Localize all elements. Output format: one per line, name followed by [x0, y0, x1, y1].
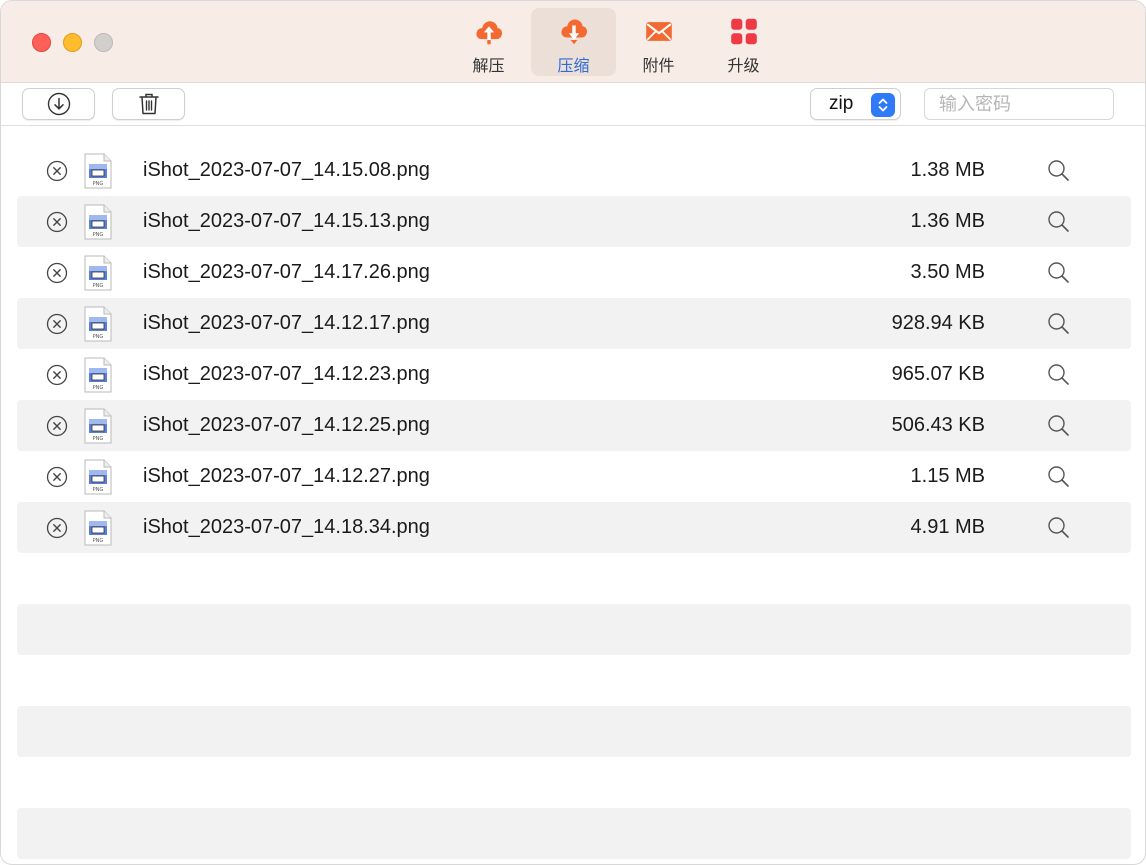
title-bar: 解压 压缩 附件 升级: [1, 1, 1145, 83]
magnifier-icon[interactable]: [1047, 363, 1070, 386]
magnifier-icon[interactable]: [1047, 516, 1070, 539]
file-size: 506.43 KB: [891, 414, 985, 436]
file-type-label: PNG: [93, 232, 104, 238]
magnifier-icon[interactable]: [1047, 261, 1070, 284]
remove-file-icon[interactable]: [46, 211, 68, 233]
empty-row: [17, 655, 1131, 706]
file-type-label: PNG: [93, 436, 104, 442]
tab-attachment-label: 附件: [642, 56, 675, 75]
empty-row: [17, 808, 1131, 859]
empty-row: [17, 553, 1131, 604]
delete-button[interactable]: [112, 88, 185, 120]
remove-file-icon[interactable]: [46, 466, 68, 488]
file-name: iShot_2023-07-07_14.15.08.png: [143, 159, 430, 181]
remove-file-icon[interactable]: [46, 517, 68, 539]
png-file-icon: PNG: [84, 408, 112, 444]
file-row[interactable]: PNG iShot_2023-07-07_14.12.17.png 928.94 K…: [17, 298, 1131, 349]
file-row[interactable]: PNG iShot_2023-07-07_14.18.34.png 4.91 MB: [17, 502, 1131, 553]
file-list: PNG iShot_2023-07-07_14.15.08.png 1.38 MB P…: [17, 145, 1131, 859]
toolbar: zip: [1, 83, 1145, 126]
magnifier-icon[interactable]: [1047, 312, 1070, 335]
cloud-download-icon: [560, 19, 587, 45]
png-file-icon: PNG: [84, 306, 112, 342]
password-input[interactable]: [924, 88, 1114, 120]
file-name: iShot_2023-07-07_14.18.34.png: [143, 516, 430, 538]
archive-format-select[interactable]: zip: [810, 88, 901, 120]
magnifier-icon[interactable]: [1047, 210, 1070, 233]
file-row[interactable]: PNG iShot_2023-07-07_14.12.27.png 1.15 MB: [17, 451, 1131, 502]
file-size: 1.36 MB: [910, 210, 985, 232]
file-row[interactable]: PNG iShot_2023-07-07_14.17.26.png 3.50 MB: [17, 247, 1131, 298]
file-size: 1.38 MB: [910, 159, 985, 181]
tab-extract-label: 解压: [472, 56, 505, 75]
tab-upgrade[interactable]: 升级: [701, 8, 786, 76]
png-file-icon: PNG: [84, 255, 112, 291]
tab-compress[interactable]: 压缩: [531, 8, 616, 76]
file-name: iShot_2023-07-07_14.12.27.png: [143, 465, 430, 487]
archive-format-value: zip: [829, 93, 854, 114]
file-size: 928.94 KB: [891, 312, 985, 334]
empty-row: [17, 706, 1131, 757]
file-name: iShot_2023-07-07_14.17.26.png: [143, 261, 430, 283]
zoom-window-button[interactable]: [94, 33, 113, 52]
tab-attachment[interactable]: 附件: [616, 8, 701, 76]
file-type-label: PNG: [93, 385, 104, 391]
file-size: 4.91 MB: [910, 516, 985, 538]
file-type-label: PNG: [93, 487, 104, 493]
remove-file-icon[interactable]: [46, 313, 68, 335]
png-file-icon: PNG: [84, 510, 112, 546]
magnifier-icon[interactable]: [1047, 159, 1070, 182]
empty-row: [17, 604, 1131, 655]
tab-upgrade-label: 升级: [727, 56, 760, 75]
file-row[interactable]: PNG iShot_2023-07-07_14.12.25.png 506.43 K…: [17, 400, 1131, 451]
file-row[interactable]: PNG iShot_2023-07-07_14.15.08.png 1.38 MB: [17, 145, 1131, 196]
png-file-icon: PNG: [84, 153, 112, 189]
tab-extract[interactable]: 解压: [446, 8, 531, 76]
png-file-icon: PNG: [84, 459, 112, 495]
magnifier-icon[interactable]: [1047, 414, 1070, 437]
app-window: 解压 压缩 附件 升级 zip 输入密码 PNG iShot_2023-07-0…: [0, 0, 1146, 865]
file-name: iShot_2023-07-07_14.12.17.png: [143, 312, 430, 334]
tab-compress-label: 压缩: [557, 56, 590, 75]
file-name: iShot_2023-07-07_14.12.25.png: [143, 414, 430, 436]
png-file-icon: PNG: [84, 357, 112, 393]
file-size: 3.50 MB: [910, 261, 985, 283]
png-file-icon: PNG: [84, 204, 112, 240]
download-button[interactable]: [22, 88, 95, 120]
file-type-label: PNG: [93, 181, 104, 187]
trash-icon: [138, 93, 159, 115]
grid-icon: [730, 18, 757, 45]
cloud-upload-icon: [475, 21, 502, 45]
select-arrows-icon: [871, 93, 895, 117]
file-name: iShot_2023-07-07_14.12.23.png: [143, 363, 430, 385]
file-type-label: PNG: [93, 334, 104, 340]
file-row[interactable]: PNG iShot_2023-07-07_14.15.13.png 1.36 MB: [17, 196, 1131, 247]
magnifier-icon[interactable]: [1047, 465, 1070, 488]
remove-file-icon[interactable]: [46, 262, 68, 284]
download-circle-icon: [47, 92, 70, 116]
file-size: 1.15 MB: [910, 465, 985, 487]
close-window-button[interactable]: [32, 33, 51, 52]
file-type-label: PNG: [93, 538, 104, 544]
minimize-window-button[interactable]: [63, 33, 82, 52]
file-size: 965.07 KB: [891, 363, 985, 385]
file-name: iShot_2023-07-07_14.15.13.png: [143, 210, 430, 232]
remove-file-icon[interactable]: [46, 415, 68, 437]
file-row[interactable]: PNG iShot_2023-07-07_14.12.23.png 965.07 K…: [17, 349, 1131, 400]
envelope-icon: [645, 22, 672, 41]
main-tabs: 解压 压缩 附件 升级: [446, 8, 786, 78]
remove-file-icon[interactable]: [46, 364, 68, 386]
empty-row: [17, 757, 1131, 808]
remove-file-icon[interactable]: [46, 160, 68, 182]
file-type-label: PNG: [93, 283, 104, 289]
